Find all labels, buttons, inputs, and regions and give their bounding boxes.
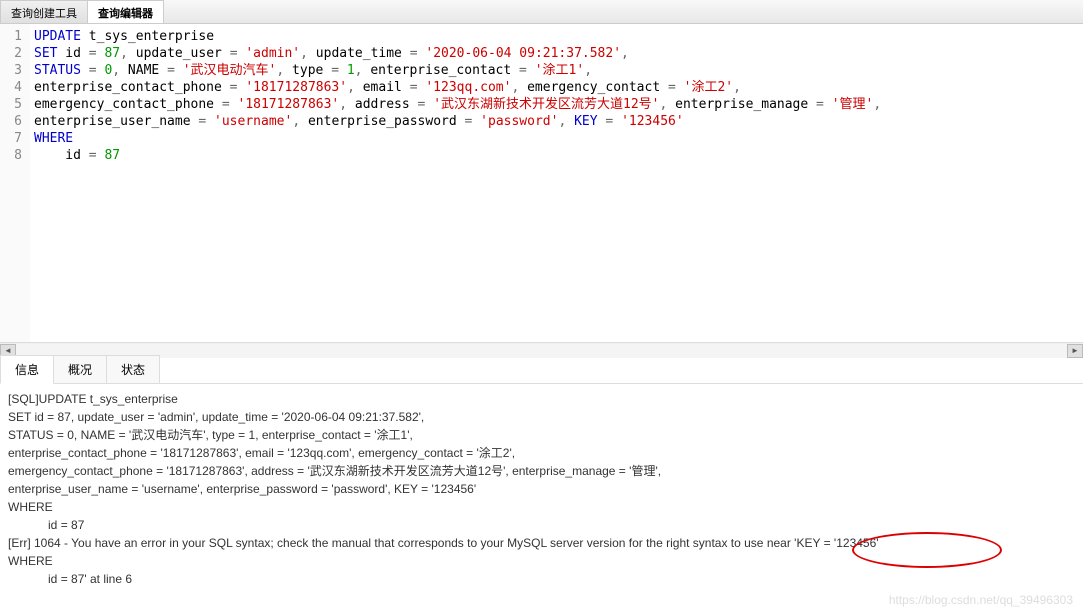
output-line: [SQL]UPDATE t_sys_enterprise	[8, 390, 1075, 408]
output-line: enterprise_contact_phone = '18171287863'…	[8, 444, 1075, 462]
output-tabs: 信息 概况 状态	[0, 358, 1083, 384]
output-line: enterprise_user_name = 'username', enter…	[8, 480, 1075, 498]
horizontal-scrollbar[interactable]: ◄ ►	[0, 342, 1083, 358]
output-line: id = 87	[8, 516, 1075, 534]
output-line: emergency_contact_phone = '18171287863',…	[8, 462, 1075, 480]
tab-query-builder[interactable]: 查询创建工具	[0, 0, 88, 23]
output-line: WHERE	[8, 552, 1075, 570]
line-number: 5	[0, 96, 30, 113]
sql-editor[interactable]: 12345678 UPDATE t_sys_enterpriseSET id =…	[0, 24, 1083, 342]
scroll-track[interactable]	[16, 344, 1067, 358]
tab-query-editor[interactable]: 查询编辑器	[88, 0, 164, 23]
watermark: https://blog.csdn.net/qq_39496303	[889, 593, 1073, 607]
code-area[interactable]: UPDATE t_sys_enterpriseSET id = 87, upda…	[30, 24, 1083, 342]
line-number: 6	[0, 113, 30, 130]
tab-status[interactable]: 状态	[106, 355, 160, 383]
output-panel: [SQL]UPDATE t_sys_enterpriseSET id = 87,…	[0, 384, 1083, 594]
code-line[interactable]: id = 87	[30, 147, 1083, 164]
line-number: 7	[0, 130, 30, 147]
code-line[interactable]: enterprise_user_name = 'username', enter…	[30, 113, 1083, 130]
line-number: 8	[0, 147, 30, 164]
line-gutter: 12345678	[0, 24, 30, 342]
line-number: 2	[0, 45, 30, 62]
code-line[interactable]: STATUS = 0, NAME = '武汉电动汽车', type = 1, e…	[30, 62, 1083, 79]
code-line[interactable]: UPDATE t_sys_enterprise	[30, 28, 1083, 45]
code-line[interactable]: enterprise_contact_phone = '18171287863'…	[30, 79, 1083, 96]
top-tabs: 查询创建工具 查询编辑器	[0, 0, 1083, 24]
tab-info[interactable]: 信息	[0, 355, 54, 384]
scroll-right-icon[interactable]: ►	[1067, 344, 1083, 358]
code-line[interactable]: SET id = 87, update_user = 'admin', upda…	[30, 45, 1083, 62]
output-line: SET id = 87, update_user = 'admin', upda…	[8, 408, 1075, 426]
tab-profile[interactable]: 概况	[53, 355, 107, 383]
line-number: 3	[0, 62, 30, 79]
line-number: 4	[0, 79, 30, 96]
line-number: 1	[0, 28, 30, 45]
output-line: [Err] 1064 - You have an error in your S…	[8, 534, 1075, 552]
output-line: id = 87' at line 6	[8, 570, 1075, 588]
output-line: STATUS = 0, NAME = '武汉电动汽车', type = 1, e…	[8, 426, 1075, 444]
output-line: WHERE	[8, 498, 1075, 516]
code-line[interactable]: emergency_contact_phone = '18171287863',…	[30, 96, 1083, 113]
code-line[interactable]: WHERE	[30, 130, 1083, 147]
